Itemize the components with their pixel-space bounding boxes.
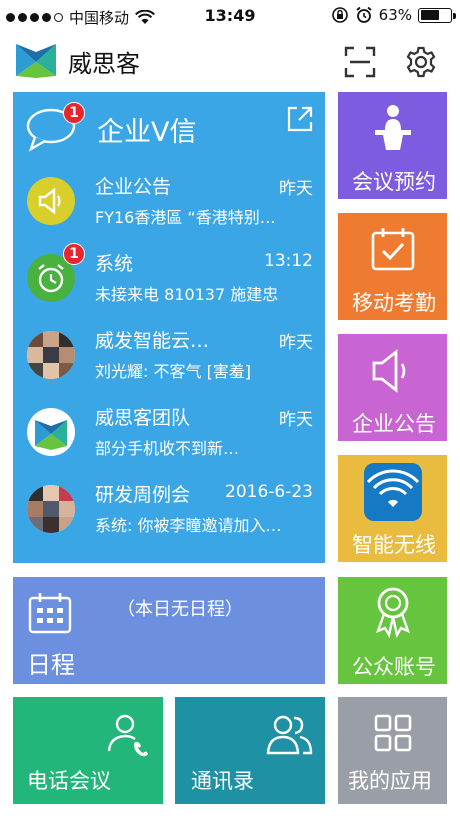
group-avatar [27,485,75,533]
smart-wifi-tile[interactable]: 智能无线 [338,455,447,562]
conversation-name: 系统 [95,253,134,275]
app-title: 威思客 [68,50,140,78]
group-avatar [27,331,75,379]
conversation-preview: 系统: 你被李瞳邀请加入… [95,516,282,535]
scan-button[interactable] [340,42,380,82]
schedule-note: （本日无日程） [117,599,243,620]
contacts-icon [266,715,313,755]
gear-icon [406,46,436,78]
unread-badge: 1 [63,102,85,124]
unread-badge: 1 [63,243,85,265]
announcement-label: 企业公告 [352,412,436,436]
meeting-booking-label: 会议预约 [352,170,436,194]
schedule-label: 日程 [27,651,75,679]
conversation-item-group-cloud[interactable]: 威发智能云… 昨天 刘光耀: 不客气 [害羞] [13,318,325,394]
my-apps-tile[interactable]: 我的应用 [338,697,447,804]
panel-title: 企业V信 [97,117,197,148]
contacts-tile[interactable]: 通讯录 [175,697,325,804]
conversation-time: 昨天 [279,179,313,199]
smart-wifi-label: 智能无线 [352,533,436,557]
award-ribbon-icon [375,587,410,639]
rotation-lock-icon [331,7,348,23]
conversation-name: 威发智能云… [95,330,210,352]
contacts-label: 通讯录 [191,769,254,793]
my-apps-label: 我的应用 [348,769,432,793]
calendar-icon [28,593,72,634]
app-header: 威思客 [0,32,460,90]
conversation-item-system[interactable]: 1 系统 13:12 未接来电 810137 施建忠 [13,241,325,317]
conversation-name: 研发周例会 [95,484,191,506]
alarm-icon [356,6,372,23]
scan-icon [344,46,376,78]
person-phone-icon [107,714,148,757]
conference-call-label: 电话会议 [27,769,111,793]
speaker-icon [27,177,75,225]
weisike-logo-icon [27,408,75,456]
battery-icon [418,7,456,23]
conversation-time: 2016-6-23 [225,482,313,502]
conversation-item-announcement[interactable]: 企业公告 昨天 FY16香港區 “香港特别… [13,164,325,240]
conversation-time: 昨天 [279,333,313,353]
wifi-icon [363,463,422,521]
settings-button[interactable] [401,42,441,82]
conversation-name: 威思客团队 [95,407,191,429]
conversation-preview: FY16香港區 “香港特别… [95,208,276,227]
mobile-attendance-tile[interactable]: 移动考勤 [338,213,447,320]
meeting-booking-tile[interactable]: 会议预约 [338,92,447,199]
conversation-preview: 部分手机收不到新… [95,439,240,458]
official-accounts-label: 公众账号 [352,655,436,679]
panel-header[interactable]: 1 企业V信 [25,102,315,154]
speaker-icon [372,349,405,393]
schedule-tile[interactable]: （本日无日程） 日程 [13,577,325,684]
expand-icon[interactable] [285,104,315,134]
conversation-item-weisike-team[interactable]: 威思客团队 昨天 部分手机收不到新… [13,395,325,471]
weisike-logo-icon [16,44,56,78]
enterprise-messages-panel[interactable]: 1 企业V信 企业公告 昨天 FY16香港區 “香港特别… 1 系统 13:12… [13,92,325,563]
conversation-preview: 未接来电 810137 施建忠 [95,285,279,304]
conversation-time: 昨天 [279,410,313,430]
conversation-time: 13:12 [264,251,313,271]
podium-icon [374,105,411,150]
conversation-name: 企业公告 [95,176,172,198]
calendar-check-icon [371,228,414,271]
conference-call-tile[interactable]: 电话会议 [13,697,163,804]
conversation-item-weekly-meeting[interactable]: 研发周例会 2016-6-23 系统: 你被李瞳邀请加入… [13,472,325,548]
battery-percent: 63% [378,6,412,24]
apps-grid-icon [374,714,411,752]
official-accounts-tile[interactable]: 公众账号 [338,577,447,684]
status-bar: 中国移动 13:49 63% [0,0,460,32]
conversation-preview: 刘光耀: 不客气 [害羞] [95,362,252,381]
mobile-attendance-label: 移动考勤 [352,291,436,315]
announcement-tile[interactable]: 企业公告 [338,334,447,441]
